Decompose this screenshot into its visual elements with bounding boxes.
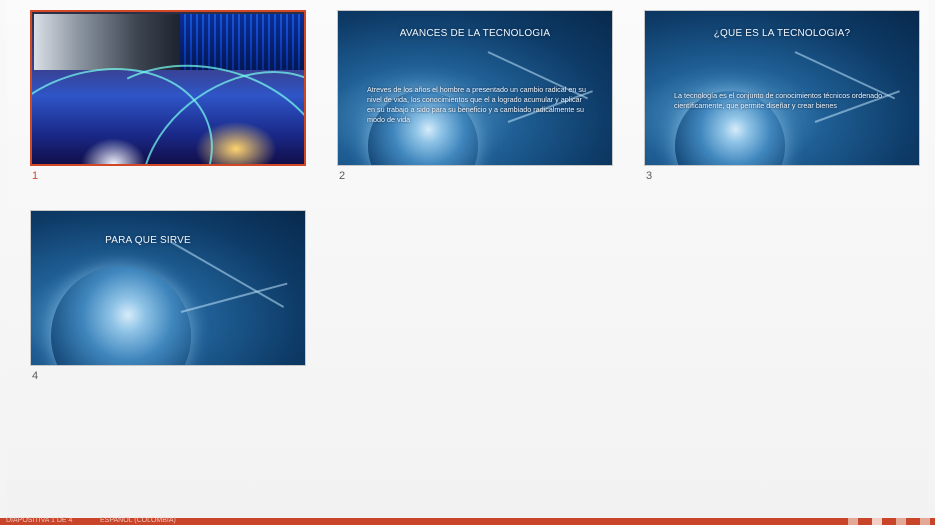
slide-number: 2 xyxy=(339,170,346,182)
technology-network-image xyxy=(32,12,304,164)
reading-view-icon[interactable] xyxy=(896,518,906,525)
normal-view-icon[interactable] xyxy=(848,518,858,525)
slide-2-preview[interactable]: AVANCES DE LA TECNOLOGIA Atreves de los … xyxy=(337,10,613,166)
slide-4-preview[interactable]: PARA QUE SIRVE xyxy=(30,210,306,366)
slide-sorter-pane[interactable]: 1 AVANCES DE LA TECNOLOGIA Atreves de lo… xyxy=(7,0,928,518)
slide-title: AVANCES DE LA TECNOLOGIA xyxy=(399,28,551,39)
slide-number: 3 xyxy=(646,170,653,182)
slide-body-text: La tecnología es el conjunto de conocimi… xyxy=(674,91,883,110)
slide-title: ¿QUE ES LA TECNOLOGIA? xyxy=(713,28,851,39)
slide-title: PARA QUE SIRVE xyxy=(105,235,191,246)
slide-sorter-view-icon[interactable] xyxy=(872,518,882,525)
globe-image xyxy=(51,266,191,365)
robot-head-image xyxy=(34,14,180,70)
slide-count-status: DIAPOSITIVA 1 DE 4 xyxy=(6,517,73,524)
keyboard-hands-image xyxy=(180,14,304,70)
slide-body-text: Atreves de los años el hombre a presenta… xyxy=(367,85,586,124)
slide-number: 1 xyxy=(32,170,39,182)
slideshow-icon[interactable] xyxy=(920,518,930,525)
slide-number: 4 xyxy=(32,370,39,382)
light-streak xyxy=(180,282,288,313)
status-bar: DIAPOSITIVA 1 DE 4 ESPAÑOL (COLOMBIA) xyxy=(0,516,935,525)
language-status[interactable]: ESPAÑOL (COLOMBIA) xyxy=(100,516,176,525)
slide-3-preview[interactable]: ¿QUE ES LA TECNOLOGIA? La tecnología es … xyxy=(644,10,920,166)
slide-1-preview[interactable] xyxy=(30,10,306,166)
